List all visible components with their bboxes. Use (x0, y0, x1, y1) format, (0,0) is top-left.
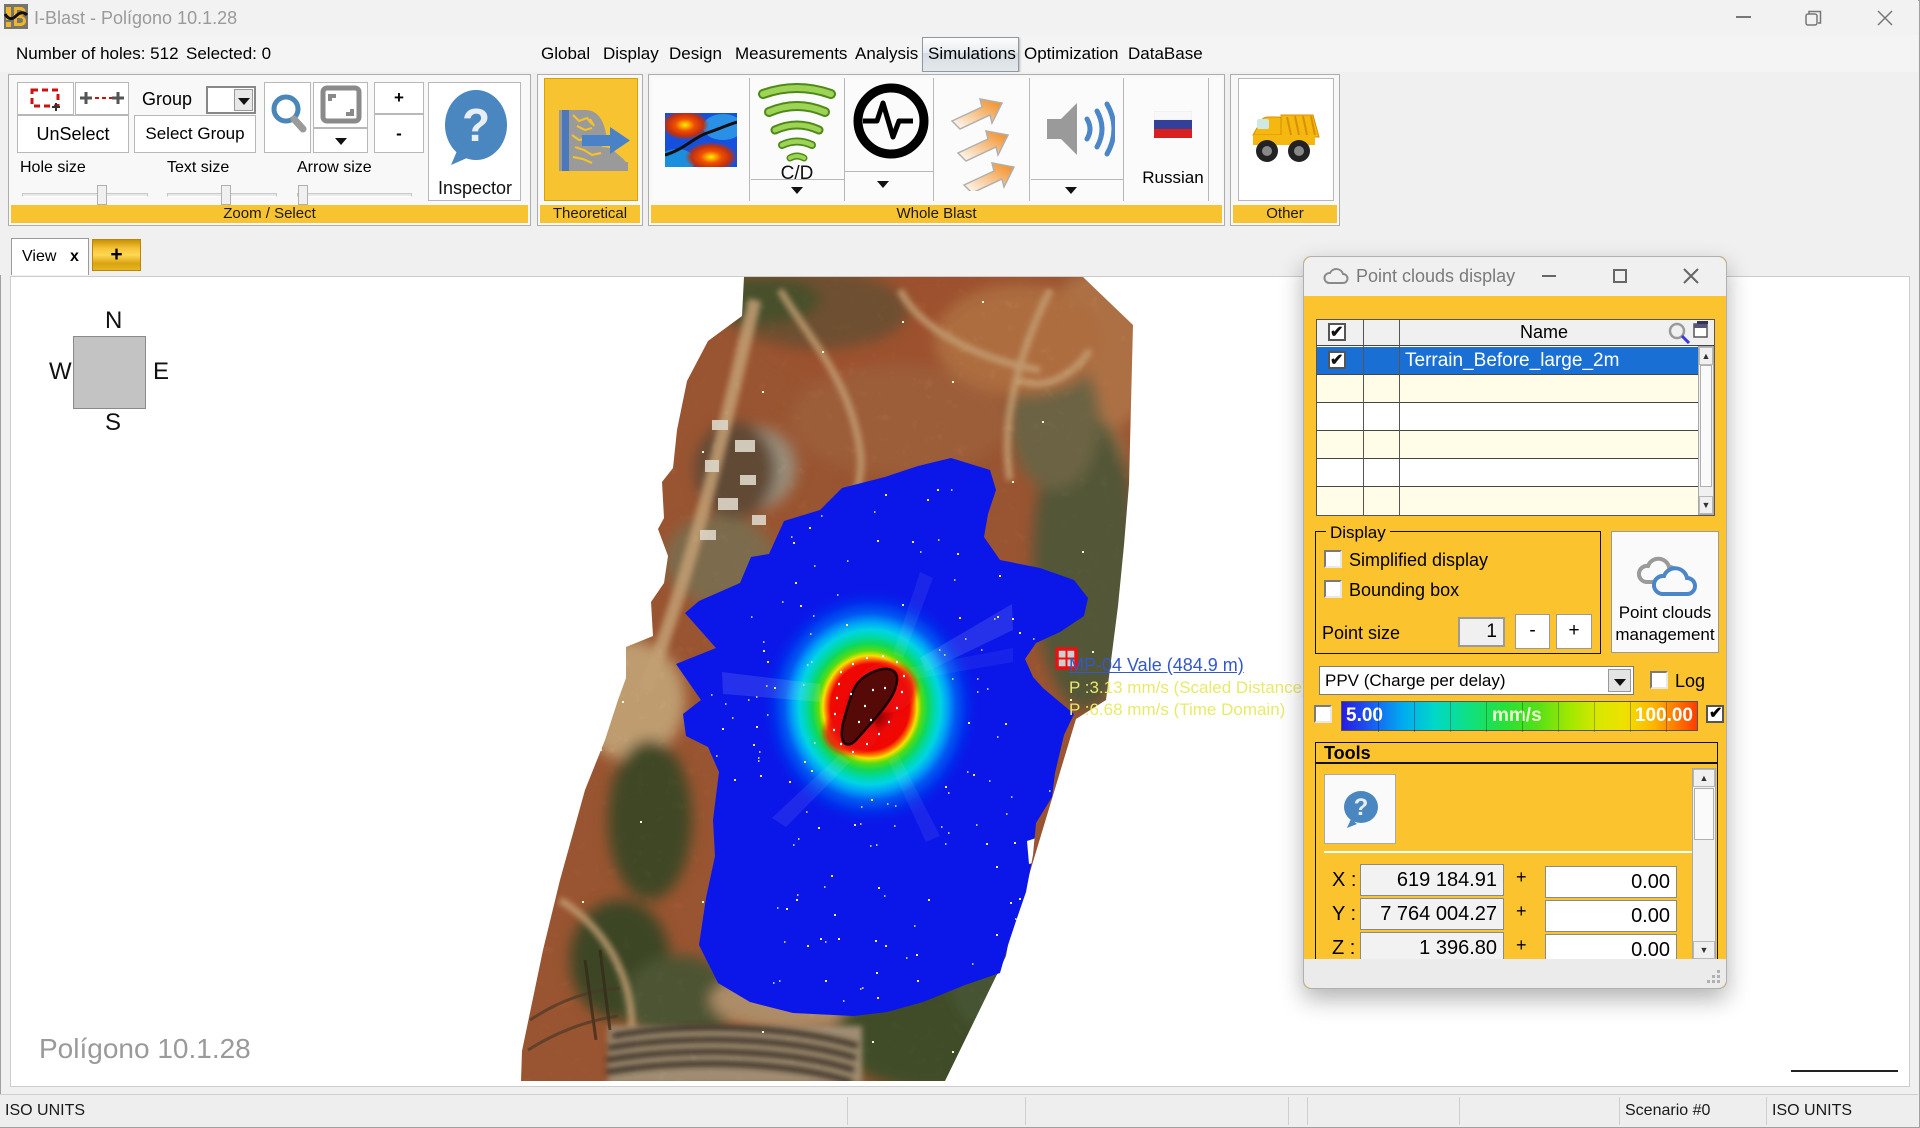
svg-text:C/D: C/D (781, 163, 814, 180)
svg-text:?: ? (462, 99, 490, 151)
svg-text:?: ? (1354, 794, 1369, 821)
svg-text:Inspector: Inspector (438, 178, 512, 198)
